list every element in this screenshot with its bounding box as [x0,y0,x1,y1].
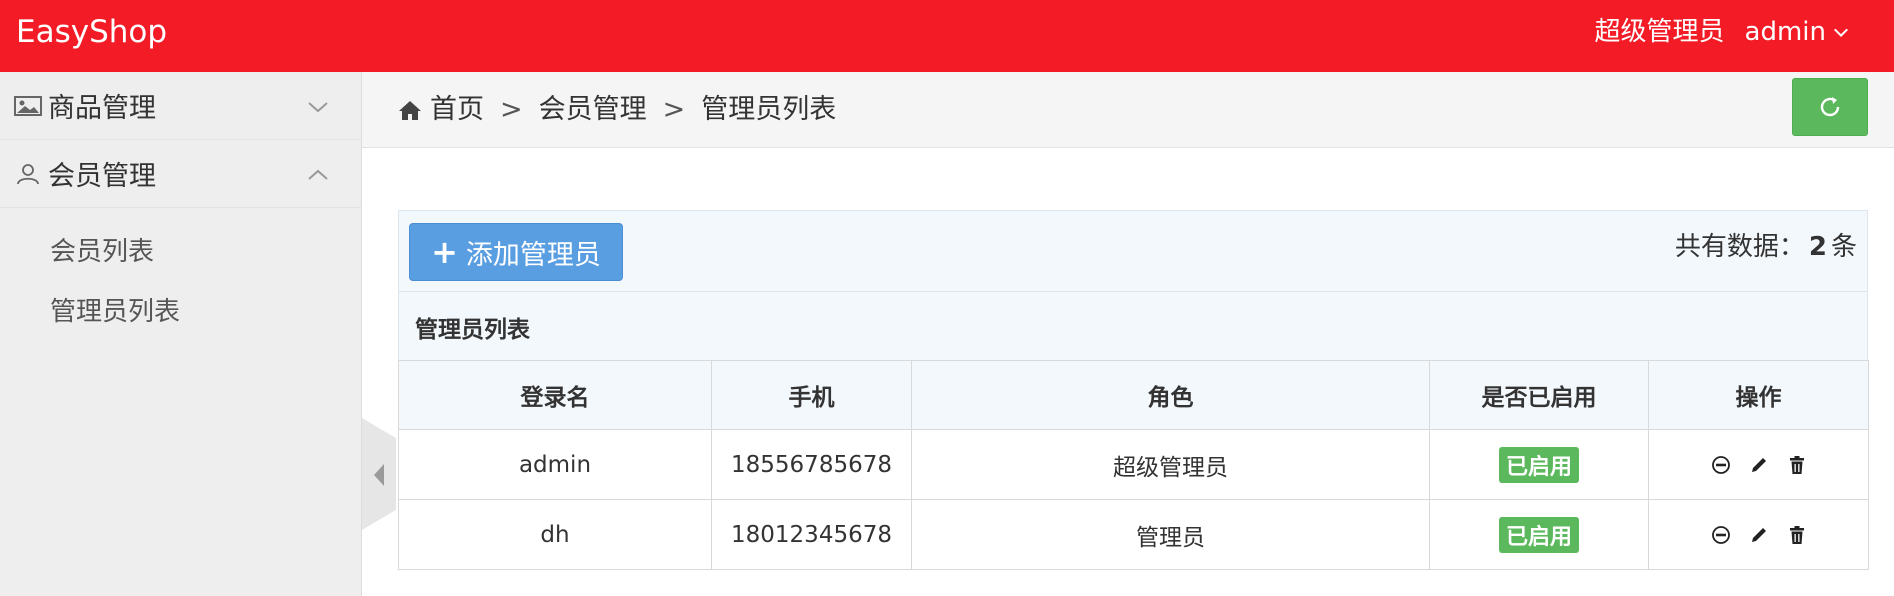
chevron-down-icon[interactable] [307,96,329,118]
brand-logo[interactable]: EasyShop [16,14,167,50]
total-number: 2 [1808,232,1827,262]
sidebar-submenu-members: 会员列表 管理员列表 [0,208,361,342]
home-icon[interactable] [398,99,422,121]
breadcrumb-home[interactable]: 首页 [430,92,484,128]
cell-login: admin [398,429,712,500]
breadcrumb: 首页 > 会员管理 > 管理员列表 [398,92,836,128]
disable-icon[interactable] [1711,525,1731,545]
refresh-icon [1820,97,1840,117]
sidebar-group-products[interactable]: 商品管理 [0,72,361,140]
table-row: dh 18012345678 管理员 已启用 [398,499,1869,570]
image-icon [14,95,42,116]
disable-icon[interactable] [1711,455,1731,475]
cell-phone: 18012345678 [711,499,912,570]
sidebar-group-label: 会员管理 [48,161,156,192]
breadcrumb-separator: > [500,94,523,125]
total-count: 共有数据： 2 条 [1675,229,1857,265]
column-header-actions: 操作 [1648,360,1869,430]
delete-icon[interactable] [1787,525,1807,545]
user-role: 超级管理员 [1594,17,1725,47]
add-admin-button[interactable]: + 添加管理员 [409,223,623,281]
table-toolbar: + 添加管理员 共有数据： 2 条 [398,210,1868,292]
sidebar: 商品管理 会员管理 会员列表 管理员列表 [0,72,362,596]
chevron-down-icon[interactable] [1832,23,1850,41]
caret-left-icon [374,464,384,486]
delete-icon[interactable] [1787,455,1807,475]
cell-actions [1648,499,1869,570]
table-row: admin 18556785678 超级管理员 已启用 [398,429,1869,500]
breadcrumb-current: 管理员列表 [701,94,837,125]
sidebar-collapse-handle[interactable] [362,418,396,530]
chevron-up-icon[interactable] [307,164,329,186]
table-caption: 管理员列表 [398,292,1868,361]
column-header-login: 登录名 [398,360,712,430]
edit-icon[interactable] [1749,455,1769,475]
table-caption-text: 管理员列表 [415,317,530,343]
cell-role: 管理员 [911,499,1430,570]
status-badge: 已启用 [1498,446,1579,483]
total-prefix: 共有数据： [1674,232,1805,262]
cell-status: 已启用 [1429,429,1649,500]
refresh-button[interactable] [1792,78,1868,136]
status-badge: 已启用 [1498,516,1579,553]
breadcrumb-level1[interactable]: 会员管理 [539,92,647,128]
sidebar-group-label: 商品管理 [48,93,156,124]
add-admin-label: 添加管理员 [465,239,601,271]
column-header-role: 角色 [911,360,1430,430]
table-header-row: 登录名 手机 角色 是否已启用 操作 [398,360,1869,430]
sidebar-group-members[interactable]: 会员管理 [0,140,361,208]
cell-phone: 18556785678 [711,429,912,500]
column-header-status: 是否已启用 [1429,360,1649,430]
top-navbar: EasyShop 超级管理员 admin [0,0,1894,72]
sidebar-item-admin-list[interactable]: 管理员列表 [0,282,361,342]
breadcrumb-bar: 首页 > 会员管理 > 管理员列表 [362,72,1894,148]
column-header-phone: 手机 [711,360,912,430]
cell-status: 已启用 [1429,499,1649,570]
cell-login: dh [398,499,712,570]
user-menu[interactable]: 超级管理员 admin [1595,14,1850,50]
edit-icon[interactable] [1749,525,1769,545]
plus-icon: + [431,233,458,271]
breadcrumb-separator: > [662,94,686,125]
cell-role: 超级管理员 [911,429,1430,500]
cell-actions [1648,429,1869,500]
sidebar-item-member-list[interactable]: 会员列表 [0,222,361,282]
user-icon [17,163,39,184]
admin-table: 登录名 手机 角色 是否已启用 操作 admin 18556785678 超级管… [398,360,1869,570]
username[interactable]: admin [1745,14,1826,50]
total-suffix: 条 [1830,232,1857,262]
